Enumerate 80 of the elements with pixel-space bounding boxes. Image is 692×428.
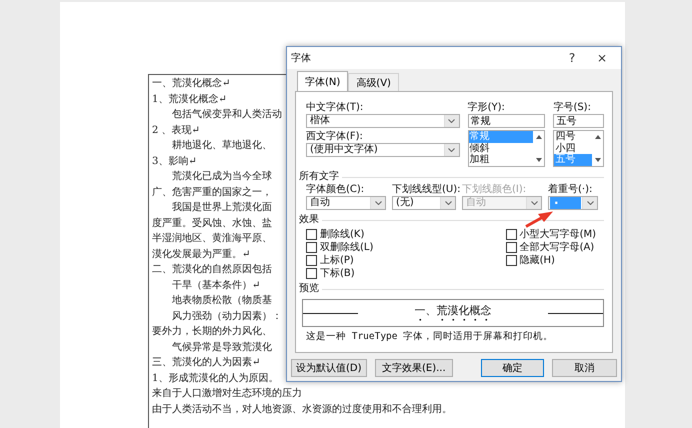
- caret-icon: [448, 148, 456, 152]
- caret-icon: [444, 201, 452, 205]
- caret-icon: [530, 201, 538, 205]
- dialog-button[interactable]: 确定: [481, 359, 544, 377]
- text-line: 我国是世界上荒漠化面: [171, 201, 272, 214]
- checkbox-label: 小型大写字母(M): [520, 228, 596, 241]
- caret-icon: [586, 201, 594, 205]
- list-item[interactable]: 小四: [554, 142, 592, 154]
- preview-sample-text: 一、荒漠化概念: [414, 302, 492, 318]
- checkbox[interactable]: [306, 228, 317, 240]
- dialog-button[interactable]: 设为默认值(D): [291, 359, 367, 377]
- text-line: 1、形成荒漠化的人为原因。: [152, 372, 278, 385]
- dialog-button[interactable]: 取消: [552, 359, 617, 377]
- list-item[interactable]: 四号: [554, 131, 592, 142]
- text-line: 二、荒漠化的自然原因包括: [152, 263, 272, 276]
- text-line: 三、荒漠化的人为因素↵: [152, 356, 260, 370]
- section-heading: 所有文字: [299, 171, 339, 183]
- field-label: 中文字体(T):: [306, 102, 364, 114]
- dialog-title: 字体: [291, 52, 311, 65]
- text-line: 干旱（基本条件）↵: [171, 278, 260, 292]
- text-line: 包括气候变异和人类活动: [171, 108, 282, 122]
- dialog-button[interactable]: 文字效果(E)...: [374, 359, 454, 377]
- text-line: 要外力，长期的外力风化、: [152, 325, 272, 338]
- list-item[interactable]: 倾斜: [468, 142, 534, 154]
- list-box[interactable]: 常规 倾斜 加粗: [468, 130, 546, 167]
- checkbox[interactable]: [506, 242, 517, 252]
- checkbox[interactable]: [506, 254, 517, 266]
- text-line: 漠化发展最为严重。↵: [152, 248, 250, 261]
- dropdown[interactable]: (使用中文字体): [306, 143, 460, 157]
- text-line: 1、荒漠化概念↵: [152, 92, 227, 106]
- text-line: 半湿润地区、黄淮海平原、: [152, 232, 272, 246]
- text-line: 荒漠化已成为当今全球: [171, 170, 272, 184]
- field-label: 字形(Y):: [468, 102, 506, 114]
- text-line: 风力强劲（动力因素）：: [171, 310, 282, 323]
- checkbox-label: 全部大写字母(A): [520, 240, 594, 254]
- scroll-down-icon: [594, 158, 600, 162]
- annotation-arrow: [524, 211, 554, 228]
- list-item[interactable]: 加粗: [468, 154, 534, 166]
- text-line: 2 、表现↵: [152, 124, 200, 137]
- text-line: 气候异常是导致荒漠化: [171, 340, 272, 354]
- text-line: 度严重。受风蚀、水蚀、盐: [152, 216, 272, 230]
- scroll-down-icon: [536, 158, 542, 162]
- dropdown[interactable]: 自动: [306, 196, 386, 210]
- text-line: 来自于人口激增对生态环境的压力: [152, 387, 302, 400]
- section-heading: 预览: [299, 283, 319, 295]
- list-box[interactable]: 四号 小四 五号: [553, 130, 604, 167]
- text-line: 由于人类活动不当，对人地资源、水资源的过度使用和不合理利用。: [152, 402, 452, 416]
- checkbox[interactable]: [306, 254, 317, 266]
- checkbox[interactable]: [306, 242, 317, 252]
- checkbox-label: 下标(B): [320, 266, 355, 280]
- checkbox[interactable]: [506, 228, 517, 240]
- field-label: 下划线颜色(I):: [462, 184, 528, 196]
- checkbox-label: 上标(P): [320, 254, 354, 267]
- close-button[interactable]: ×: [587, 51, 617, 65]
- text-line: 广、危害严重的国家之一，: [152, 186, 272, 199]
- caret-icon: [374, 201, 382, 205]
- text-line: 耕地退化、草地退化、: [171, 139, 272, 152]
- preview-note: 这是一种 TrueType 字体，同时适用于屏幕和打印机。: [306, 330, 554, 343]
- text-field[interactable]: 常规: [468, 114, 546, 128]
- section-heading: 效果: [299, 214, 319, 226]
- field-label: 字体颜色(C):: [306, 184, 366, 196]
- field-label: 字号(S):: [553, 102, 592, 114]
- field-label: 西文字体(F):: [306, 131, 364, 143]
- text-field[interactable]: 五号: [553, 114, 604, 128]
- checkbox-label: 隐藏(H): [520, 254, 555, 267]
- dropdown[interactable]: (无): [392, 196, 456, 210]
- checkbox[interactable]: [306, 268, 317, 278]
- help-button[interactable]: ?: [557, 51, 587, 65]
- text-line: 3、影响↵: [152, 154, 197, 168]
- tab[interactable]: 字体(N): [297, 71, 348, 91]
- checkbox-label: 删除线(K): [320, 228, 364, 241]
- field-label: 着重号(·):: [548, 184, 594, 196]
- dropdown[interactable]: 楷体: [306, 114, 460, 128]
- text-line: 一、荒漠化概念↵: [152, 77, 230, 90]
- scroll-up-icon: [594, 135, 600, 139]
- caret-icon: [448, 119, 456, 123]
- scroll-up-icon: [536, 135, 542, 139]
- tab[interactable]: 高级(V): [348, 73, 399, 91]
- text-line: 地表物质松散（物质基: [171, 294, 272, 308]
- checkbox-label: 双删除线(L): [320, 240, 374, 254]
